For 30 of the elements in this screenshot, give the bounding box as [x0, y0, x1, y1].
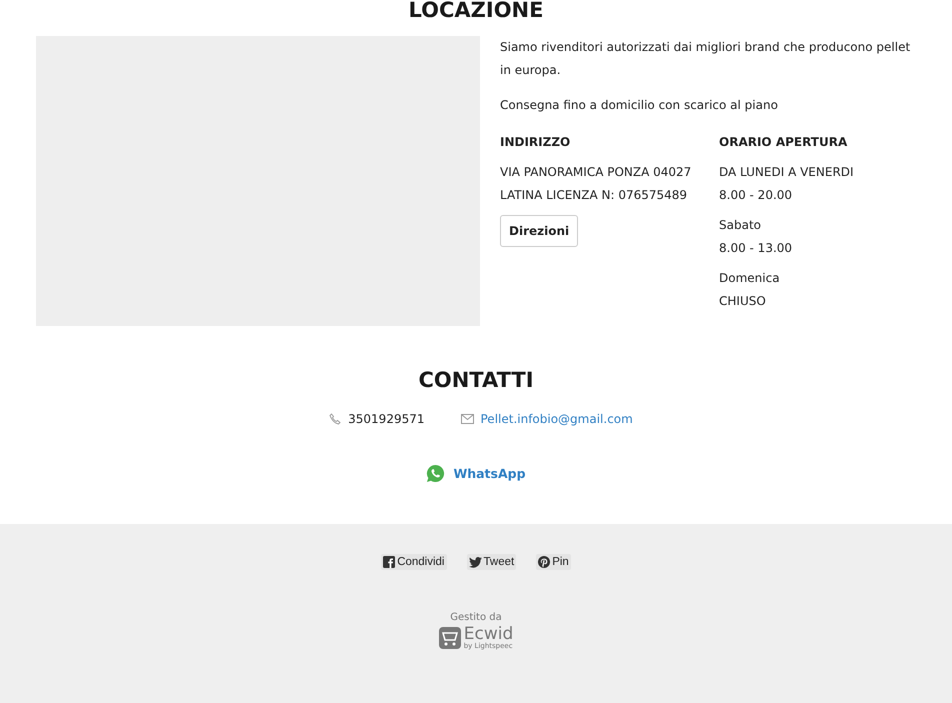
directions-button[interactable]: Direzioni: [500, 215, 578, 247]
powered-by-text: Gestito da: [450, 612, 502, 623]
day-label: DA LUNEDI A VENERDI: [719, 164, 855, 181]
day-label: Sabato: [719, 217, 762, 234]
section-title: LOCAZIONE: [408, 0, 544, 22]
whatsapp-icon: [426, 464, 446, 483]
day-label: Domenica: [719, 270, 781, 287]
description-text: Siamo rivenditori autorizzati dai migliori brand che producono pellet in europa.: [500, 39, 912, 79]
phone-icon: [329, 413, 342, 425]
brand-name: Ecwid: [464, 626, 514, 643]
section-title: CONTATTI: [417, 368, 535, 392]
opening-time: 8.00 - 13.00: [719, 240, 794, 257]
phone-number: 3501929571: [348, 412, 424, 426]
address-text: LATINA LICENZA N: 076575489: [500, 187, 688, 204]
address-heading: INDIRIZZO: [500, 135, 572, 149]
email-link[interactable]: Pellet.infobio@gmail.com: [480, 412, 633, 426]
address-text: VIA PANORAMICA PONZA 04027: [500, 164, 692, 181]
share-button[interactable]: Tweet: [466, 554, 516, 570]
description-text: Consegna fino a domicilio con scarico al piano: [500, 97, 779, 114]
cart-icon: [438, 627, 461, 649]
share-button[interactable]: Pin: [536, 554, 571, 570]
hours-heading: ORARIO APERTURA: [719, 135, 848, 149]
bird-icon: [468, 556, 482, 568]
opening-time: CHIUSO: [719, 293, 767, 310]
pinterest-icon: [538, 556, 550, 568]
whatsapp-link[interactable]: WhatsApp: [453, 466, 526, 481]
facebook-icon: [383, 556, 396, 568]
envelope-icon: [460, 414, 474, 424]
share-button[interactable]: Condividi: [381, 554, 446, 570]
opening-time: 8.00 - 20.00: [719, 187, 794, 204]
